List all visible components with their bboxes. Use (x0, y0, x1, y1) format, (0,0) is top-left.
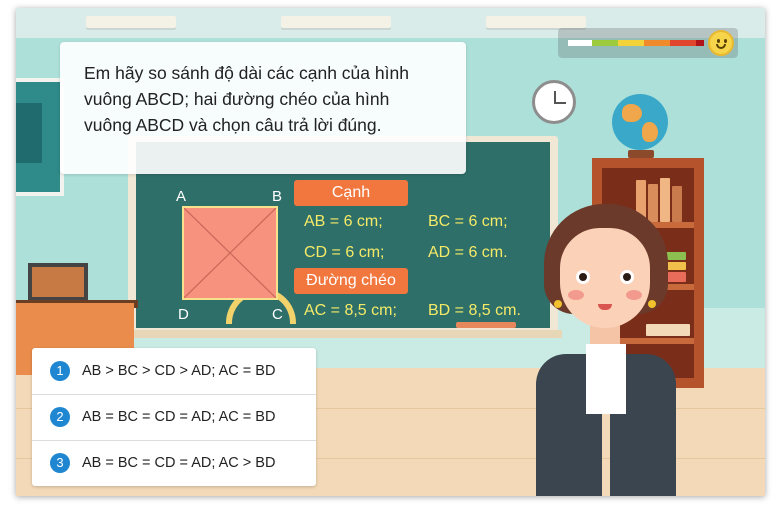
option-text: AB > BC > CD > AD; AC = BD (82, 363, 276, 379)
answer-options: 1 AB > BC > CD > AD; AC = BD 2 AB = BC =… (32, 348, 316, 486)
chalkboard-tray (124, 330, 562, 338)
clock-icon (532, 80, 576, 124)
chalk (456, 322, 516, 328)
question-line: vuông ABCD và chọn câu trả lời đúng. (84, 115, 382, 135)
ceiling-light (86, 16, 176, 28)
vertex-a-label: A (176, 188, 187, 205)
question-text: Em hãy so sánh độ dài các cạnh của hình … (84, 60, 450, 138)
teacher-earring (554, 300, 562, 308)
progress-segment (670, 40, 696, 46)
answer-option-1[interactable]: 1 AB > BC > CD > AD; AC = BD (32, 348, 316, 394)
diagonals-tag: Đường chéo (294, 268, 408, 294)
lesson-stage: A B C D Cạnh AB = 6 cm; BC = 6 cm; CD = … (16, 8, 765, 496)
teacher-eye (576, 270, 590, 284)
vertex-d-label: D (178, 306, 189, 323)
teacher-cheek (626, 290, 642, 300)
progress-segment (568, 40, 592, 46)
progress-segment (644, 40, 670, 46)
progress-segment (592, 40, 618, 46)
side-ad: AD = 6 cm. (428, 244, 508, 261)
teacher-earring (648, 300, 656, 308)
teacher-shirt (586, 344, 626, 414)
option-number-badge: 1 (50, 361, 70, 381)
question-box: Em hãy so sánh độ dài các cạnh của hình … (60, 42, 466, 174)
book (648, 184, 658, 222)
book (660, 178, 670, 222)
vertex-b-label: B (272, 188, 283, 205)
square-abcd (182, 206, 278, 300)
diagonal-ac: AC = 8,5 cm; (304, 302, 397, 319)
teacher-face (560, 228, 650, 328)
globe-icon (612, 94, 668, 150)
window-pane (16, 103, 42, 163)
book (672, 186, 682, 222)
diagonal-bd: BD = 8,5 cm. (428, 302, 521, 319)
progress-segment (696, 40, 704, 46)
smiley-icon (708, 30, 734, 56)
teacher-eye (620, 270, 634, 284)
sides-tag: Cạnh (294, 180, 408, 206)
progress-segment (618, 40, 644, 46)
question-line: Em hãy so sánh độ dài các cạnh của hình (84, 63, 409, 83)
ceiling-light (281, 16, 391, 28)
teacher-cheek (568, 290, 584, 300)
square-diagonals (184, 208, 276, 298)
option-text: AB = BC = CD = AD; AC = BD (82, 409, 276, 425)
side-ab: AB = 6 cm; (304, 213, 383, 230)
option-number-badge: 2 (50, 407, 70, 427)
side-cd: CD = 6 cm; (304, 244, 385, 261)
book (646, 324, 690, 336)
globe-stand (628, 150, 654, 158)
option-text: AB = BC = CD = AD; AC > BD (82, 455, 276, 471)
chair (28, 263, 88, 301)
side-bc: BC = 6 cm; (428, 213, 508, 230)
answer-option-2[interactable]: 2 AB = BC = CD = AD; AC = BD (32, 394, 316, 440)
vertex-c-label: C (272, 306, 283, 323)
answer-option-3[interactable]: 3 AB = BC = CD = AD; AC > BD (32, 440, 316, 486)
question-line: vuông ABCD; hai đường chéo của hình (84, 89, 390, 109)
option-number-badge: 3 (50, 453, 70, 473)
ceiling-light (486, 16, 586, 28)
